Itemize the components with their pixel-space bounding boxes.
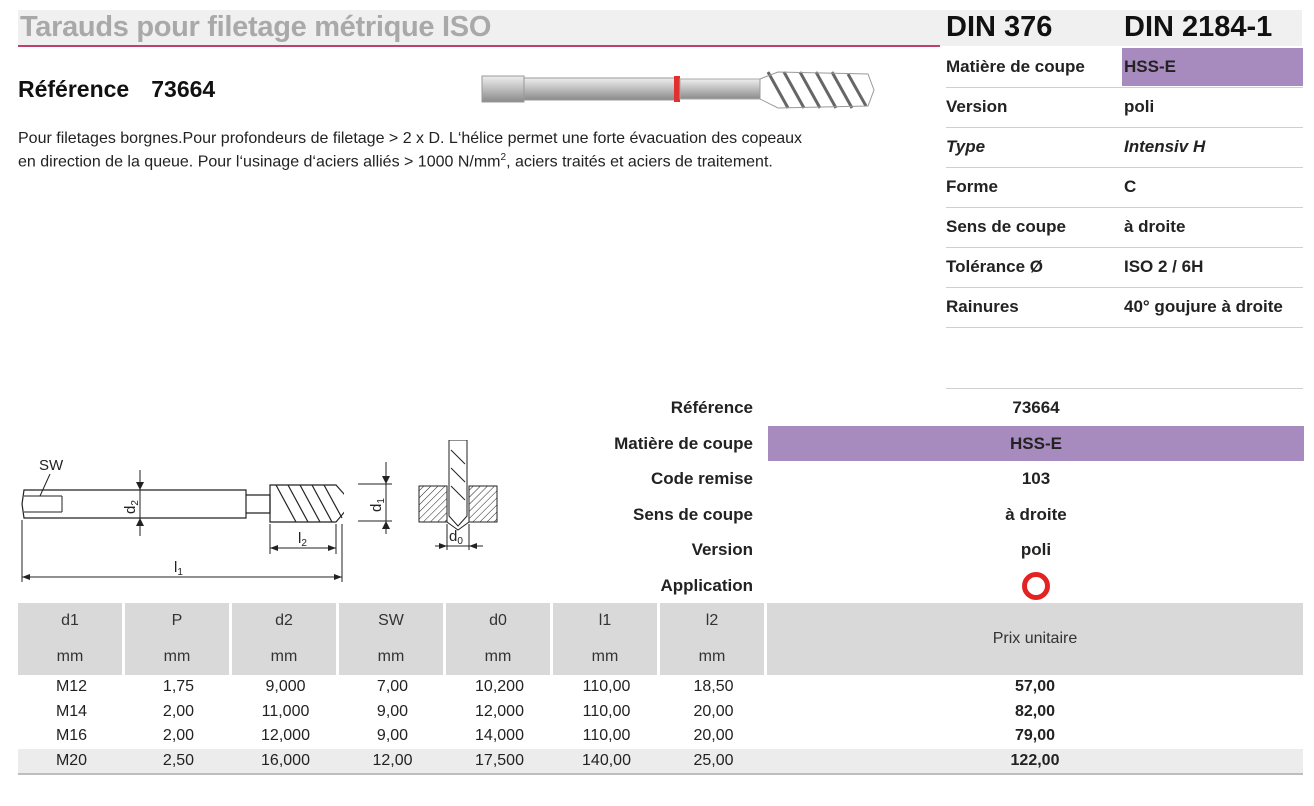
property-row: Version poli xyxy=(946,88,1303,128)
property-row: Rainures 40° goujure à droite xyxy=(946,288,1303,328)
svg-text:l1: l1 xyxy=(174,559,183,578)
price-cell: 122,00 xyxy=(767,748,1303,775)
column-header: l1 xyxy=(553,603,660,639)
column-header: d1 xyxy=(18,603,125,639)
description-line-2: en direction de la queue. Pour l‘usinage… xyxy=(18,152,773,171)
hole-drawing: d0 xyxy=(418,440,498,550)
table-header-row: d1 P d2 SW d0 l1 l2 Prix unitaire xyxy=(18,603,1303,675)
description-line-1: Pour filetages borgnes.Pour profondeurs … xyxy=(18,130,803,147)
unit-header: mm xyxy=(553,639,660,675)
tap-product-image xyxy=(481,71,875,109)
table-row: M12 1,75 9,000 7,00 10,200 110,00 18,50 57,00 xyxy=(18,675,1303,700)
specs-list: Référence 73664 Matière de coupe HSS-E Cod… xyxy=(560,390,1304,604)
table-row: M16 2,00 12,000 9,00 14,000 110,00 20,00 79,00 xyxy=(18,724,1303,749)
column-header: l2 xyxy=(660,603,767,639)
price-cell: 82,00 xyxy=(1014,702,1056,720)
application-ring-icon xyxy=(1022,572,1050,601)
spec-row: Code remise 103 xyxy=(650,469,1051,489)
page-title: Tarauds pour filetage métrique ISO xyxy=(20,11,492,43)
svg-text:d1: d1 xyxy=(368,498,387,512)
unit-header: mm xyxy=(18,639,125,675)
table-row: M14 2,00 11,000 9,00 12,000 110,00 20,00 82,00 xyxy=(18,700,1303,725)
reference-label: Référence xyxy=(18,76,130,102)
reference-heading: Référence 73664 xyxy=(18,76,215,103)
properties-spacer xyxy=(946,328,1303,389)
property-row: Matière de coupe HSS-E xyxy=(946,48,1303,88)
spec-row: Matière de coupe HSS-E xyxy=(560,425,1304,462)
spec-row: Version poli xyxy=(691,540,1052,560)
din-standard-1: DIN 376 xyxy=(946,11,1053,43)
price-cell: 79,00 xyxy=(1014,727,1056,745)
unit-header: mm xyxy=(339,639,446,675)
column-header: P xyxy=(125,603,232,639)
column-header: d0 xyxy=(446,603,553,639)
column-header: SW xyxy=(339,603,446,639)
properties-panel: Matière de coupe HSS-E Version poli Type In… xyxy=(946,48,1303,389)
svg-text:d0: d0 xyxy=(449,528,463,547)
unit-header: mm xyxy=(660,639,767,675)
property-row: Type Intensiv H xyxy=(946,128,1303,168)
property-row: Forme C xyxy=(946,168,1303,208)
svg-text:d2: d2 xyxy=(122,500,141,514)
property-row: Tolérance Ø ISO 2 / 6H xyxy=(946,248,1303,288)
unit-header: mm xyxy=(125,639,232,675)
price-cell: 57,00 xyxy=(1014,678,1056,696)
unit-header: mm xyxy=(232,639,339,675)
spec-row: Sens de coupe à droite xyxy=(633,504,1067,524)
svg-text:SW: SW xyxy=(39,457,64,474)
din-standard-2: DIN 2184-1 xyxy=(1124,11,1273,43)
unit-header: mm xyxy=(446,639,553,675)
svg-text:l2: l2 xyxy=(298,530,307,549)
d1-dimension: d1 xyxy=(358,462,392,534)
property-row: Sens de coupe à droite xyxy=(946,208,1303,248)
spec-row: Référence 73664 xyxy=(670,398,1060,417)
reference-number: 73664 xyxy=(151,76,216,102)
column-header: d2 xyxy=(232,603,339,639)
dimensions-price-table: d1 P d2 SW d0 l1 l2 Prix unitaire mm mm … xyxy=(18,603,1303,775)
price-header: Prix unitaire xyxy=(767,603,1303,675)
tap-dimension-drawing: SW d2 l2 l1 xyxy=(21,457,344,582)
title-underline xyxy=(18,45,940,47)
table-row: M20 2,50 16,000 12,00 17,500 140,00 25,00 122,0… xyxy=(18,748,1303,775)
product-description: Pour filetages borgnes.Pour profondeurs … xyxy=(18,129,898,171)
spec-row: Application xyxy=(560,568,1304,604)
